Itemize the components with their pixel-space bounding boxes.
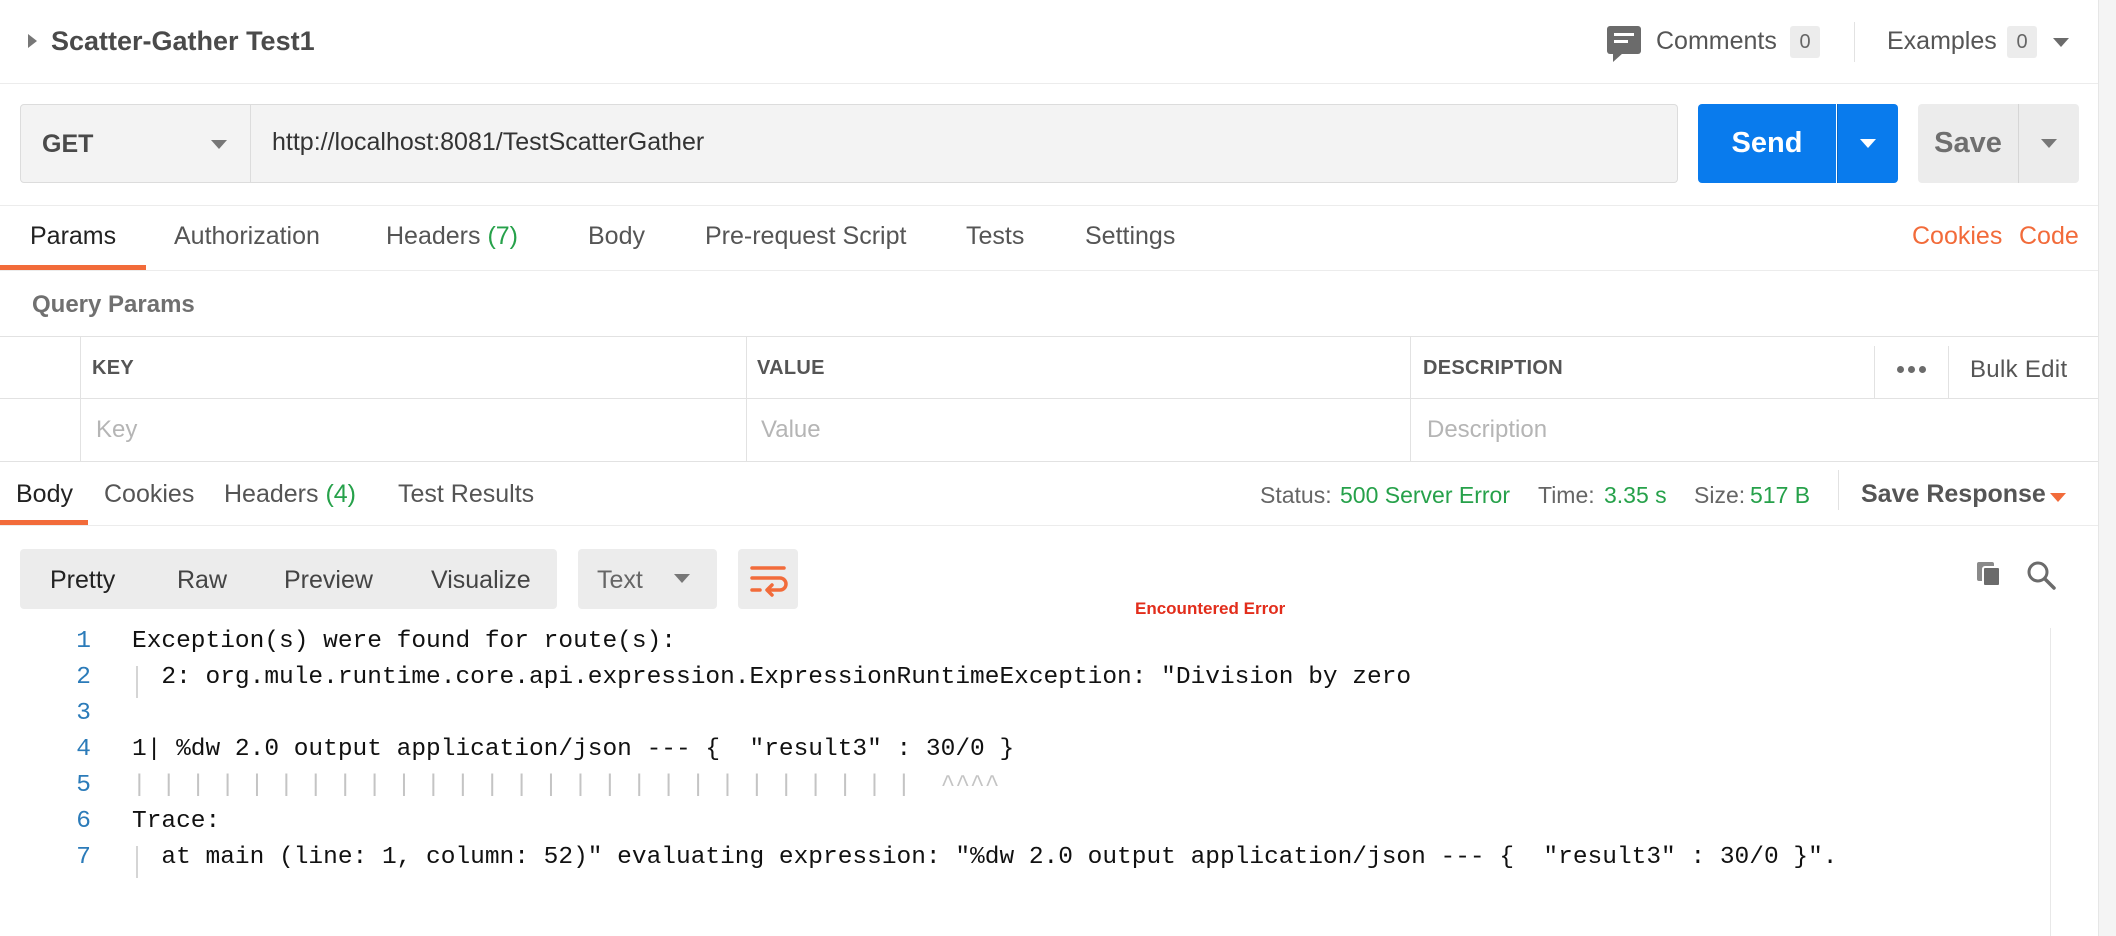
params-col-divider bbox=[1874, 346, 1875, 398]
time-label: Time: bbox=[1538, 482, 1595, 508]
tab-body[interactable]: Body bbox=[588, 222, 645, 251]
view-raw-button[interactable]: Raw bbox=[177, 566, 227, 595]
examples-count-badge: 0 bbox=[2007, 26, 2037, 58]
url-value: http://localhost:8081/TestScatterGather bbox=[272, 128, 705, 156]
comments-button[interactable]: Comments bbox=[1656, 27, 1777, 56]
col-header-description: DESCRIPTION bbox=[1423, 357, 1563, 379]
request-title[interactable]: Scatter-Gather Test1 bbox=[51, 26, 315, 57]
expand-caret-icon[interactable] bbox=[28, 34, 37, 48]
response-tab-headers-label: Headers bbox=[224, 480, 319, 508]
params-table bbox=[0, 336, 2098, 462]
line-number: 2 bbox=[76, 664, 91, 691]
code-line: 1 Exception(s) were found for route(s): bbox=[0, 628, 2050, 664]
tab-headers[interactable]: Headers (7) bbox=[386, 222, 518, 251]
line-number: 5 bbox=[76, 772, 91, 799]
response-tab-headers-count: (4) bbox=[325, 480, 357, 508]
size-label: Size: bbox=[1694, 482, 1746, 508]
code-line: 3 bbox=[0, 700, 2050, 736]
tab-authorization[interactable]: Authorization bbox=[174, 222, 320, 251]
code-text: at main (line: 1, column: 52)" evaluatin… bbox=[132, 844, 1838, 871]
code-text: 2: org.mule.runtime.core.api.expression.… bbox=[132, 664, 1412, 691]
line-number: 3 bbox=[76, 700, 91, 727]
search-icon[interactable] bbox=[2026, 560, 2056, 590]
save-response-button[interactable]: Save Response bbox=[1861, 480, 2046, 509]
col-header-key: KEY bbox=[92, 357, 135, 379]
comments-count-badge: 0 bbox=[1790, 26, 1820, 58]
response-tab-headers[interactable]: Headers (4) bbox=[224, 480, 356, 509]
code-text: Trace: bbox=[132, 808, 221, 835]
code-text: Exception(s) were found for route(s): bbox=[132, 628, 676, 655]
params-col-divider bbox=[1410, 336, 1411, 462]
code-line: 5 | | | | | | | | | | | | | | | | | | | … bbox=[0, 772, 2050, 808]
time-value: 3.35 s bbox=[1604, 482, 1667, 508]
code-line: 4 1| %dw 2.0 output application/json ---… bbox=[0, 736, 2050, 772]
wrap-lines-button[interactable] bbox=[738, 549, 798, 609]
more-options-icon[interactable] bbox=[1897, 360, 1930, 378]
send-dropdown-button[interactable] bbox=[1837, 104, 1898, 183]
code-scrollbar[interactable] bbox=[2050, 628, 2051, 936]
code-line: 2 2: org.mule.runtime.core.api.expressio… bbox=[0, 664, 2050, 700]
send-button[interactable]: Send bbox=[1698, 104, 1836, 183]
response-tab-test-results[interactable]: Test Results bbox=[398, 480, 534, 509]
value-input[interactable]: Value bbox=[761, 416, 821, 444]
params-col-divider bbox=[746, 336, 747, 462]
tab-tests[interactable]: Tests bbox=[966, 222, 1024, 251]
save-button[interactable]: Save bbox=[1918, 104, 2018, 183]
params-row-divider bbox=[0, 398, 2098, 399]
code-line: 6 Trace: bbox=[0, 808, 2050, 844]
description-input[interactable]: Description bbox=[1427, 416, 1547, 444]
format-value: Text bbox=[597, 566, 643, 594]
size-value: 517 B bbox=[1750, 482, 1811, 508]
save-dropdown-button[interactable] bbox=[2018, 104, 2079, 183]
bulk-edit-link[interactable]: Bulk Edit bbox=[1970, 356, 2067, 384]
status-value: 500 Server Error bbox=[1340, 482, 1511, 508]
examples-chevron-down-icon[interactable] bbox=[2053, 38, 2069, 47]
col-header-value: VALUE bbox=[757, 357, 825, 379]
code-text: 1| %dw 2.0 output application/json --- {… bbox=[132, 736, 1015, 763]
key-input[interactable]: Key bbox=[96, 416, 137, 444]
format-chevron-down-icon bbox=[674, 574, 690, 583]
view-pretty-button[interactable]: Pretty bbox=[50, 566, 115, 595]
view-preview-button[interactable]: Preview bbox=[284, 566, 373, 595]
copy-icon[interactable] bbox=[1974, 559, 2004, 589]
error-annotation: Encountered Error bbox=[1135, 599, 1286, 618]
status-label: Status: bbox=[1260, 482, 1332, 508]
params-col-divider bbox=[1948, 346, 1949, 398]
response-tab-cookies[interactable]: Cookies bbox=[104, 480, 194, 509]
query-params-label: Query Params bbox=[32, 291, 195, 318]
active-tab-indicator bbox=[0, 265, 146, 270]
examples-button[interactable]: Examples bbox=[1887, 27, 1997, 56]
divider bbox=[1854, 22, 1855, 62]
params-col-divider bbox=[80, 336, 81, 462]
response-tab-body[interactable]: Body bbox=[16, 480, 73, 509]
window-right-edge bbox=[2098, 0, 2116, 936]
send-chevron-down-icon bbox=[1860, 139, 1876, 148]
save-response-chevron-down-icon[interactable] bbox=[2050, 493, 2066, 502]
code-text: | | | | | | | | | | | | | | | | | | | | … bbox=[132, 772, 1000, 799]
tab-headers-label: Headers bbox=[386, 222, 481, 250]
line-number: 1 bbox=[76, 628, 91, 655]
divider bbox=[1838, 470, 1839, 510]
tab-params[interactable]: Params bbox=[30, 222, 116, 251]
tab-settings[interactable]: Settings bbox=[1085, 222, 1175, 251]
line-number: 6 bbox=[76, 808, 91, 835]
line-number: 4 bbox=[76, 736, 91, 763]
tab-prerequest-script[interactable]: Pre-request Script bbox=[705, 222, 906, 251]
code-line: 7 at main (line: 1, column: 52)" evaluat… bbox=[0, 844, 2050, 880]
cookies-link[interactable]: Cookies bbox=[1912, 222, 2002, 251]
response-active-tab-indicator bbox=[0, 520, 88, 525]
method-chevron-down-icon bbox=[211, 140, 227, 149]
view-visualize-button[interactable]: Visualize bbox=[431, 566, 531, 595]
code-link[interactable]: Code bbox=[2019, 222, 2079, 251]
method-value: GET bbox=[42, 130, 94, 158]
wrap-lines-icon bbox=[750, 566, 788, 597]
comment-icon[interactable] bbox=[1607, 26, 1641, 62]
line-number: 7 bbox=[76, 844, 91, 871]
save-chevron-down-icon bbox=[2041, 139, 2057, 148]
tab-headers-count: (7) bbox=[487, 222, 519, 250]
